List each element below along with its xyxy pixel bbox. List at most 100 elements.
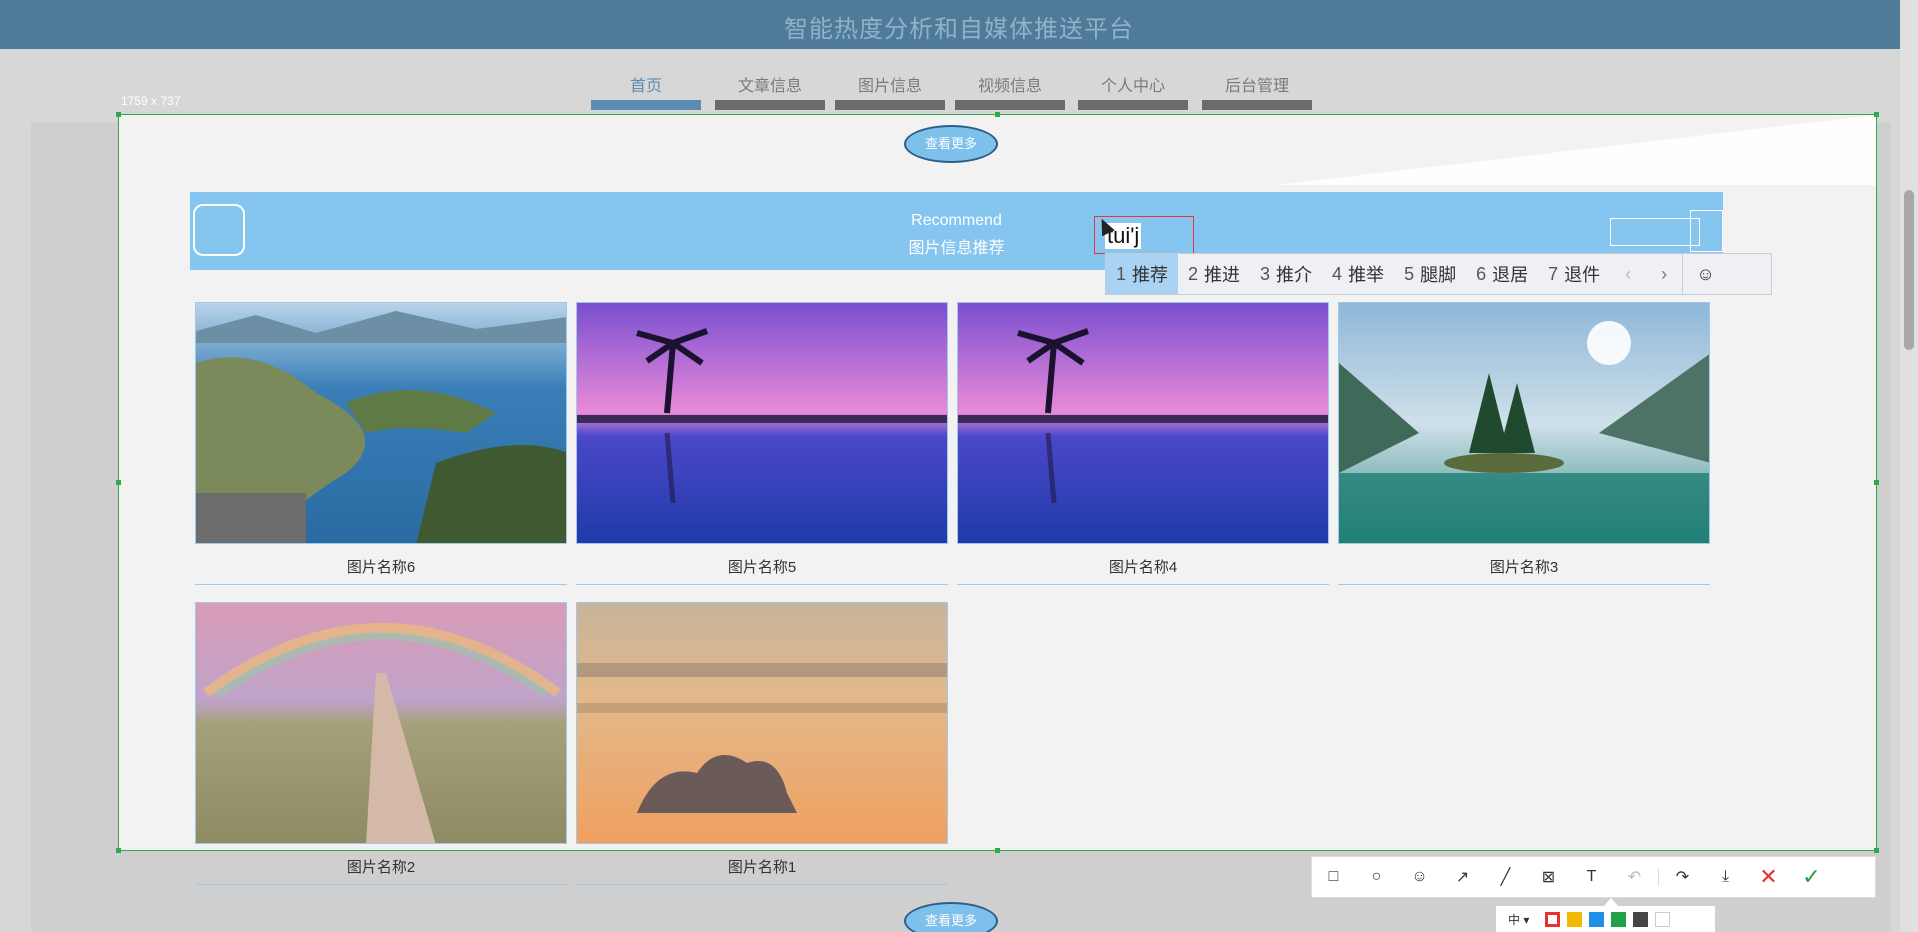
nav-underline: [835, 100, 945, 110]
nav-admin[interactable]: 后台管理: [1202, 62, 1312, 110]
color-swatch-dark[interactable]: [1633, 911, 1649, 927]
color-swatch-blue[interactable]: [1589, 911, 1605, 927]
picture-card[interactable]: 图片名称2: [195, 602, 567, 885]
ime-candidate[interactable]: 2 推进: [1178, 254, 1250, 294]
arrow-tool-icon[interactable]: ↗: [1441, 856, 1484, 898]
resize-handle-e[interactable]: [1874, 480, 1879, 485]
color-swatch-white[interactable]: [1655, 911, 1671, 927]
candidate-text: 退件: [1564, 265, 1601, 285]
ime-candidate[interactable]: 7 退件: [1538, 254, 1610, 294]
nav-underline: [715, 100, 825, 110]
font-size-select[interactable]: 中 ▾: [1508, 911, 1529, 928]
share-icon[interactable]: ↷: [1661, 856, 1704, 898]
picture-name[interactable]: 图片名称6: [195, 544, 567, 585]
picture-image[interactable]: [576, 602, 948, 844]
ime-candidate[interactable]: 1 推荐: [1106, 254, 1179, 294]
color-swatch-green[interactable]: [1611, 911, 1627, 927]
rectangle-tool-icon[interactable]: □: [1312, 856, 1355, 898]
candidate-number: 5: [1404, 263, 1415, 284]
line-tool-icon[interactable]: ╱: [1484, 856, 1527, 898]
picture-name[interactable]: 图片名称5: [576, 544, 948, 585]
main-nav: 首页 文章信息 图片信息 视频信息 个人中心 后台管理: [0, 62, 1918, 112]
ime-next-page-icon[interactable]: ›: [1646, 254, 1682, 294]
ime-candidate-bar: 1 推荐 2 推进 3 推介 4 推举 5 腿脚 6 退居 7 退件 ‹ › ☺: [1105, 253, 1772, 295]
picture-image[interactable]: [195, 602, 567, 844]
nav-articles[interactable]: 文章信息: [715, 62, 825, 110]
color-swatch-red[interactable]: [1545, 911, 1561, 927]
mosaic-tool-icon[interactable]: ⊠: [1527, 856, 1570, 898]
picture-image[interactable]: [195, 302, 567, 544]
view-more-button[interactable]: 查看更多: [904, 902, 998, 932]
text-tool-icon[interactable]: T: [1570, 856, 1613, 898]
candidate-text: 推介: [1276, 265, 1313, 285]
cancel-icon[interactable]: ✕: [1747, 856, 1790, 898]
sticker-tool-icon[interactable]: ☺: [1398, 856, 1441, 898]
nav-underline: [1202, 100, 1312, 110]
candidate-number: 2: [1188, 263, 1199, 284]
picture-name[interactable]: 图片名称3: [1338, 544, 1710, 585]
ime-candidate[interactable]: 4 推举: [1322, 254, 1394, 294]
candidate-number: 6: [1476, 263, 1487, 284]
resize-handle-s[interactable]: [995, 848, 1000, 853]
candidate-number: 3: [1260, 263, 1271, 284]
scrollbar-thumb[interactable]: [1904, 190, 1914, 350]
picture-image[interactable]: [957, 302, 1329, 544]
picture-card[interactable]: 图片名称1: [576, 602, 948, 885]
picture-name[interactable]: 图片名称2: [195, 844, 567, 885]
banner-decoration: [1690, 210, 1723, 252]
candidate-number: 7: [1548, 263, 1559, 284]
picture-card[interactable]: 图片名称3: [1338, 302, 1710, 585]
ellipse-tool-icon[interactable]: ○: [1355, 856, 1398, 898]
nav-profile[interactable]: 个人中心: [1078, 62, 1188, 110]
section-title-en: Recommend: [911, 212, 1002, 229]
resize-handle-ne[interactable]: [1874, 112, 1879, 117]
resize-handle-nw[interactable]: [116, 112, 121, 117]
candidate-number: 4: [1332, 263, 1343, 284]
download-icon[interactable]: ⤓: [1704, 856, 1747, 898]
picture-name[interactable]: 图片名称4: [957, 544, 1329, 585]
candidate-text: 推举: [1348, 265, 1385, 285]
picture-card[interactable]: 图片名称4: [957, 302, 1329, 585]
nav-underline: [591, 100, 701, 110]
nav-home-label: 首页: [629, 78, 662, 95]
ime-emoji-icon[interactable]: ☺: [1682, 254, 1728, 294]
view-more-button[interactable]: 查看更多: [904, 125, 998, 163]
confirm-icon[interactable]: ✓: [1790, 856, 1833, 898]
resize-handle-se[interactable]: [1874, 848, 1879, 853]
resize-handle-sw[interactable]: [116, 848, 121, 853]
text-style-panel: 中 ▾: [1496, 906, 1715, 932]
nav-underline: [1078, 100, 1188, 110]
picture-card[interactable]: 图片名称5: [576, 302, 948, 585]
nav-home[interactable]: 首页: [591, 62, 701, 110]
nav-videos[interactable]: 视频信息: [955, 62, 1065, 110]
nav-images-label: 图片信息: [857, 78, 922, 95]
resize-handle-n[interactable]: [995, 112, 1000, 117]
nav-underline: [955, 100, 1065, 110]
page: 智能热度分析和自媒体推送平台 首页 文章信息 图片信息 视频信息 个人中心 后台…: [0, 0, 1918, 932]
undo-icon[interactable]: ↶: [1613, 856, 1656, 898]
candidate-text: 推荐: [1132, 265, 1169, 285]
picture-card[interactable]: 图片名称6: [195, 302, 567, 585]
nav-profile-label: 个人中心: [1100, 78, 1165, 95]
candidate-text: 退居: [1492, 265, 1529, 285]
toolbar-divider: [1658, 868, 1659, 886]
capture-size-label: 1759 x 737: [121, 94, 181, 108]
picture-image[interactable]: [576, 302, 948, 544]
nav-images[interactable]: 图片信息: [835, 62, 945, 110]
ime-prev-page-icon[interactable]: ‹: [1610, 254, 1646, 294]
site-title: 智能热度分析和自媒体推送平台: [784, 16, 1134, 43]
color-swatch-yellow[interactable]: [1567, 911, 1583, 927]
picture-name[interactable]: 图片名称1: [576, 844, 948, 885]
candidate-number: 1: [1116, 263, 1127, 284]
banner-decoration: [1610, 218, 1700, 246]
picture-image[interactable]: [1338, 302, 1710, 544]
candidate-text: 推进: [1204, 265, 1241, 285]
ime-candidate[interactable]: 5 腿脚: [1394, 254, 1466, 294]
annotation-toolbar: □ ○ ☺ ↗ ╱ ⊠ T ↶ ↷ ⤓ ✕ ✓: [1311, 856, 1876, 898]
nav-admin-label: 后台管理: [1224, 78, 1289, 95]
ime-candidate[interactable]: 3 推介: [1250, 254, 1322, 294]
ime-candidate[interactable]: 6 退居: [1466, 254, 1538, 294]
nav-articles-label: 文章信息: [737, 78, 802, 95]
page-scrollbar[interactable]: [1900, 0, 1918, 932]
resize-handle-w[interactable]: [116, 480, 121, 485]
